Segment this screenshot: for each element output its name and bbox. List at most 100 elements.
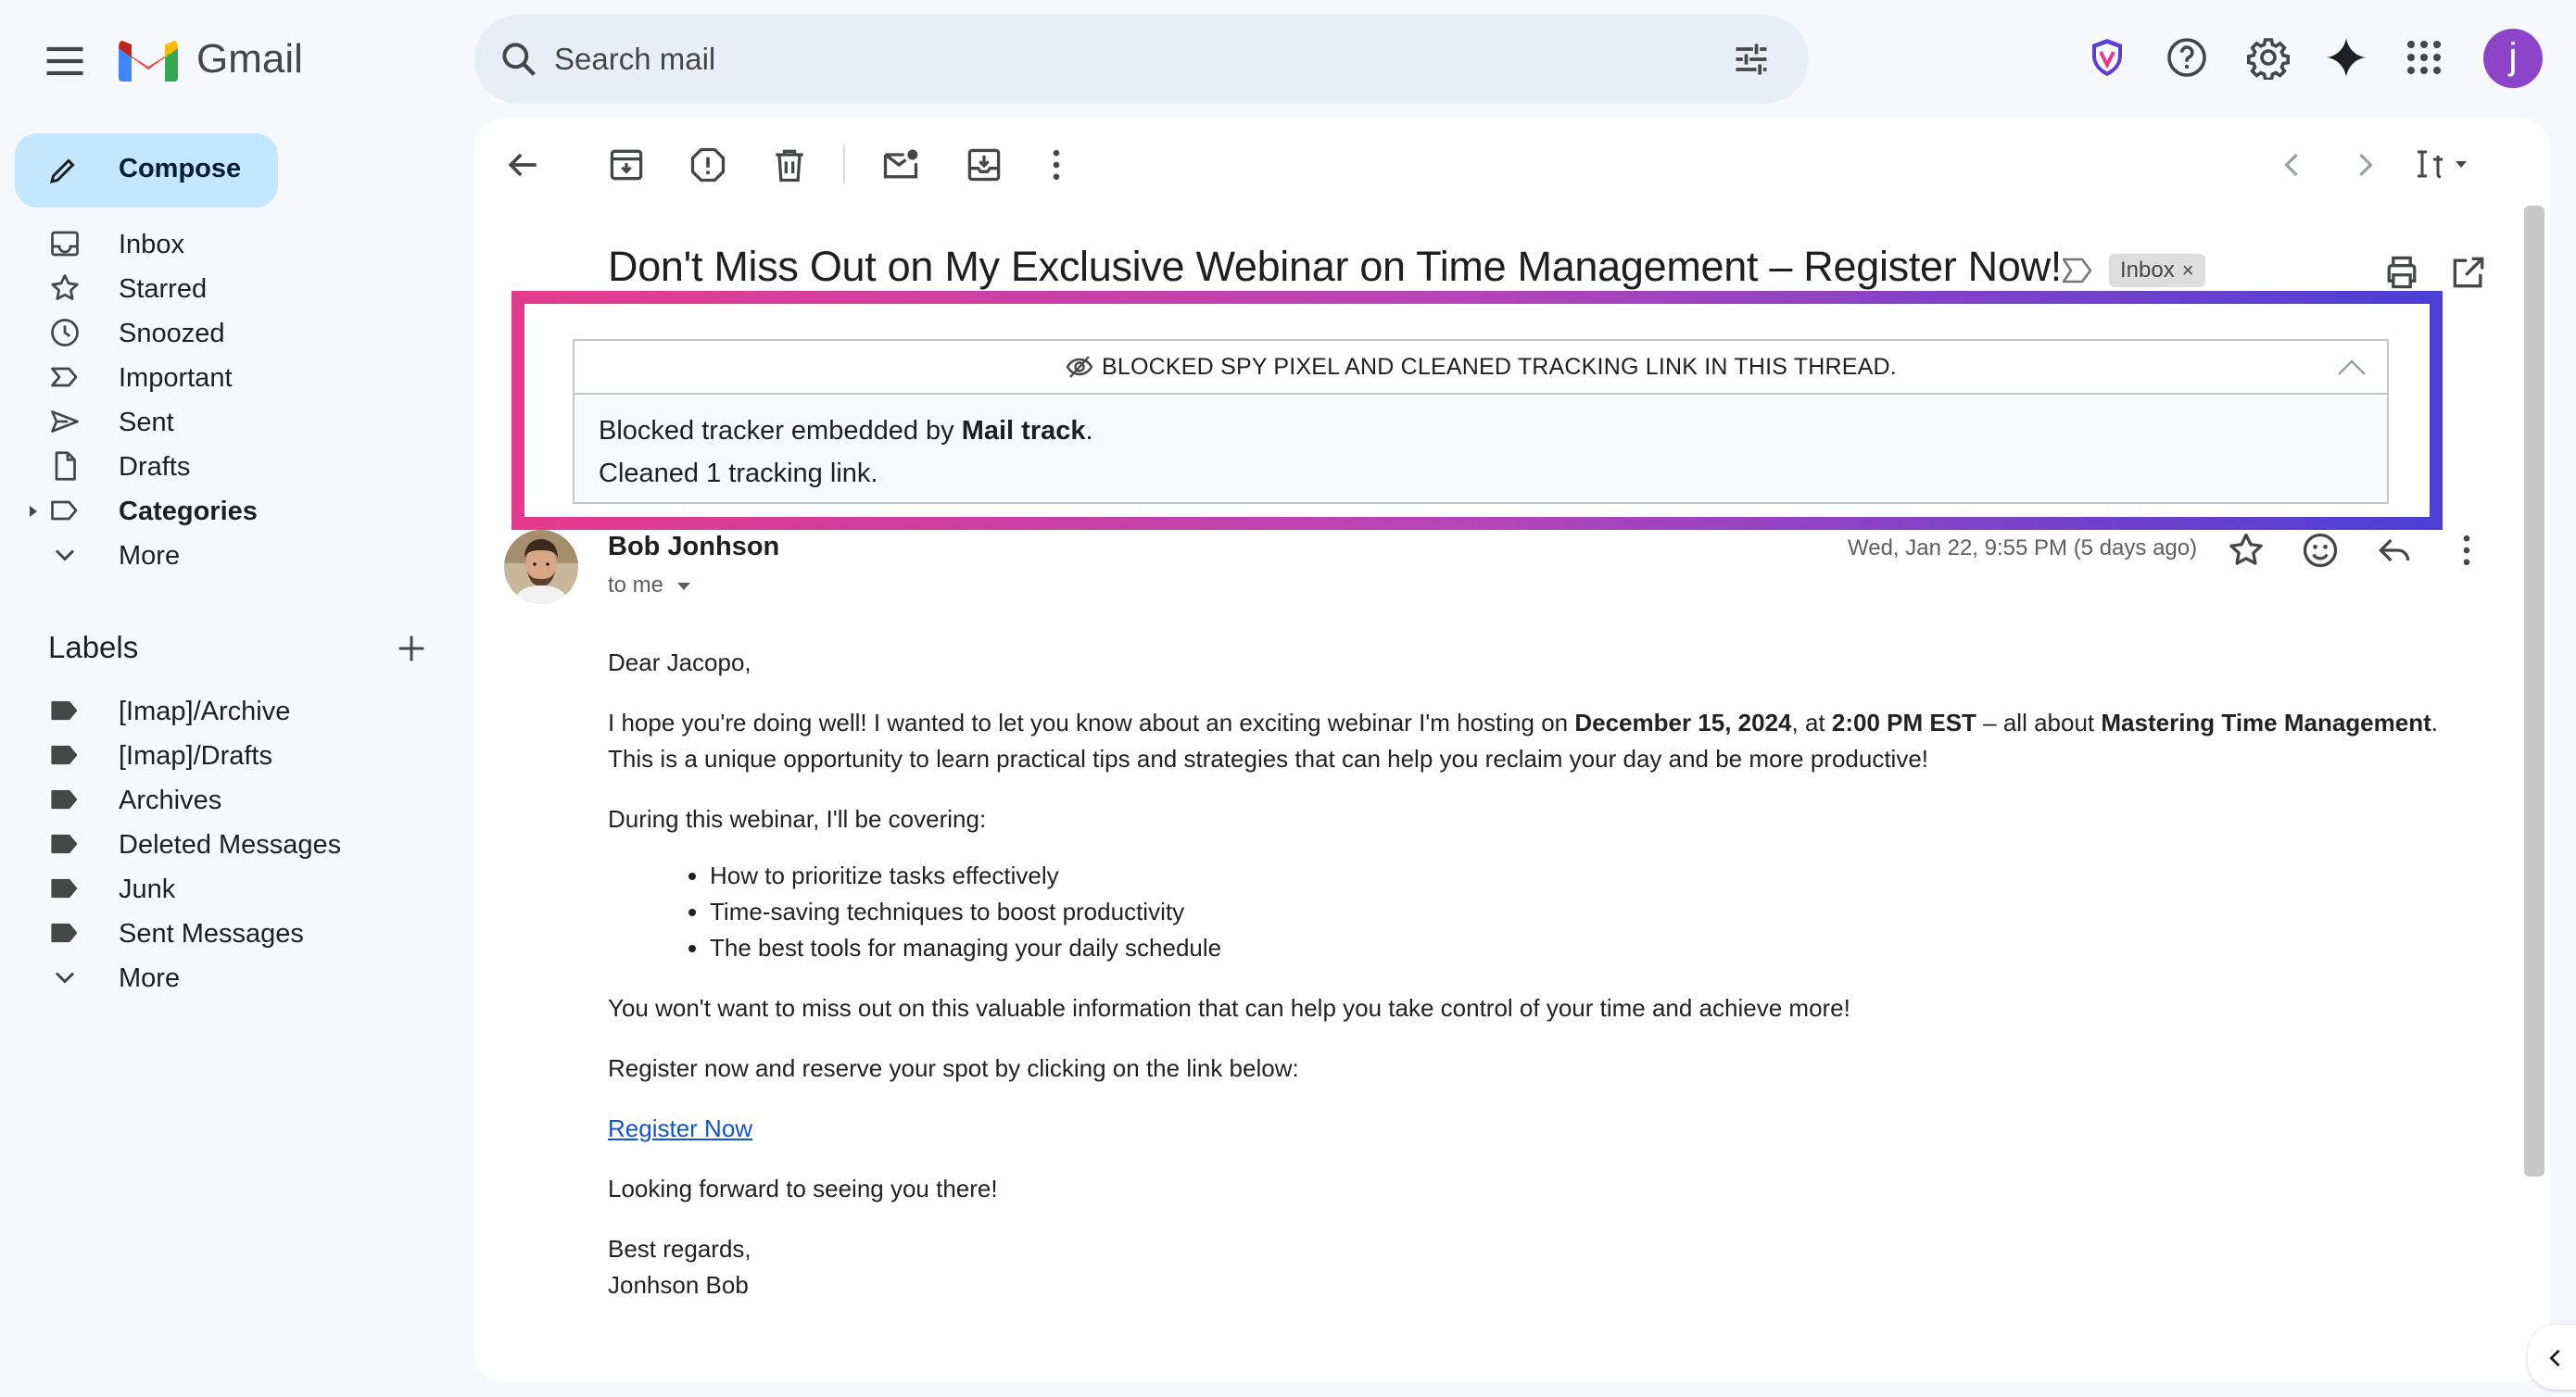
emoji-reaction-icon[interactable] [2300,530,2341,571]
report-spam-icon[interactable] [688,145,728,185]
main-menu-button[interactable] [41,37,89,85]
sidebar-item-label: Sent [119,408,174,437]
body-paragraph-covering: During this webinar, I'll be covering: [608,805,987,833]
sidebar-item-starred[interactable]: Starred [0,266,445,310]
sidebar-item-important[interactable]: Important [0,355,445,399]
side-panel-toggle[interactable] [2528,1325,2576,1390]
register-now-link[interactable]: Register Now [608,1114,752,1142]
clock-icon [51,319,79,346]
shield-extension-icon[interactable] [2085,35,2129,80]
gmail-logo-icon[interactable] [119,39,178,83]
reply-icon[interactable] [2374,530,2415,571]
sidebar-labels-more[interactable]: More [0,955,445,1000]
archive-icon[interactable] [606,145,647,185]
move-to-icon[interactable] [964,145,1004,185]
sidebar-label-text: [Imap]/Drafts [119,741,272,771]
sidebar-label-imap-archive[interactable]: [Imap]/Archive [0,688,445,733]
show-details-caret-icon[interactable] [675,580,693,593]
sidebar-label-deleted-messages[interactable]: Deleted Messages [0,822,445,866]
inbox-label-chip[interactable]: Inbox × [2109,254,2205,287]
send-icon [51,410,79,433]
tracker-blocked-line: Blocked tracker embedded by Mail track. [599,416,1093,446]
label-outline-icon [51,500,78,521]
star-icon [51,274,79,300]
eye-off-icon [1066,356,1093,378]
more-vertical-icon[interactable] [1036,145,1077,185]
delete-trash-icon[interactable] [769,145,810,185]
sidebar-item-label: More [119,963,181,993]
signature: Jonhson Bob [608,1271,749,1299]
sidebar-item-inbox[interactable]: Inbox [0,221,445,266]
tracker-banner-title: BLOCKED SPY PIXEL AND CLEANED TRACKING L… [1102,353,1897,380]
inbox-icon [51,231,79,257]
mark-unread-icon[interactable] [880,145,921,185]
sidebar-item-label: Snoozed [119,319,225,348]
sender-name[interactable]: Bob Jonhson [608,532,779,562]
sidebar-label-archives[interactable]: Archives [0,777,445,822]
collapse-chevron-up-icon[interactable] [2335,356,2368,378]
toolbar-separator [843,145,845,183]
list-item: The best tools for managing your daily s… [710,930,2443,966]
tracker-banner-body: Blocked tracker embedded by Mail track. … [575,395,2387,510]
back-arrow-icon[interactable] [502,145,543,185]
sidebar-item-more[interactable]: More [0,533,445,577]
remove-label-icon[interactable]: × [2182,258,2194,282]
search-icon[interactable] [499,39,539,80]
sidebar-item-label: Drafts [119,452,191,482]
pencil-icon [49,158,75,184]
list-item: How to prioritize tasks effectively [710,858,2443,894]
recipient-summary[interactable]: to me [608,573,663,598]
email-subject: Don't Miss Out on My Exclusive Webinar o… [608,243,2062,290]
open-in-new-window-icon[interactable] [2448,252,2489,293]
help-icon[interactable] [2165,35,2209,80]
label-icon [51,789,78,810]
labels-heading: Labels [48,630,139,664]
search-input[interactable] [554,37,1573,82]
menu-icon [46,46,83,76]
sidebar-label-text: Deleted Messages [119,830,342,860]
tracker-cleaned-line: Cleaned 1 tracking link. [599,459,878,488]
expand-arrow-icon[interactable] [28,504,39,519]
input-tools-icon[interactable] [2415,148,2474,182]
sidebar-label-text: Junk [119,875,176,904]
sidebar-label-junk[interactable]: Junk [0,866,445,911]
sidebar-item-label: Categories [119,497,258,526]
account-avatar[interactable]: j [2483,29,2543,88]
star-message-icon[interactable] [2226,530,2267,571]
importance-marker-icon[interactable] [2061,256,2094,285]
topics-list: How to prioritize tasks effectively Time… [608,858,2443,966]
sidebar-item-label: Important [119,363,233,393]
sidebar-label-text: Archives [119,786,222,815]
search-options-icon[interactable] [1731,39,1772,80]
label-icon [51,745,78,765]
search-bar[interactable] [474,15,1809,104]
signoff: Best regards, [608,1235,751,1263]
apps-grid-icon[interactable] [2402,35,2446,80]
newer-chevron-left-icon[interactable] [2272,145,2313,185]
sidebar-item-label: More [119,541,181,571]
sidebar-label-sent-messages[interactable]: Sent Messages [0,911,445,955]
tracker-banner-header[interactable]: BLOCKED SPY PIXEL AND CLEANED TRACKING L… [575,341,2387,395]
sender-avatar[interactable] [504,530,578,604]
add-label-icon[interactable] [393,630,430,667]
body-paragraph-closing: Looking forward to seeing you there! [608,1175,998,1202]
scrollbar-thumb[interactable] [2524,206,2544,1177]
sidebar-item-snoozed[interactable]: Snoozed [0,310,445,355]
message-more-vertical-icon[interactable] [2446,530,2487,571]
sidebar-item-categories[interactable]: Categories [0,488,445,533]
sidebar-label-imap-drafts[interactable]: [Imap]/Drafts [0,733,445,777]
sidebar-item-sent[interactable]: Sent [0,399,445,444]
print-icon[interactable] [2381,252,2422,293]
older-chevron-right-icon[interactable] [2344,145,2385,185]
settings-gear-icon[interactable] [2246,35,2291,80]
sidebar-item-drafts[interactable]: Drafts [0,444,445,488]
inbox-chip-label: Inbox [2120,258,2175,283]
chevron-down-icon [55,549,75,561]
compose-button[interactable]: Compose [15,133,278,208]
email-body: Dear Jacopo, I hope you're doing well! I… [608,645,2443,1328]
gemini-sparkle-icon[interactable] [2324,35,2368,80]
tracker-vendor: Mail track [961,416,1086,446]
list-item: Time-saving techniques to boost producti… [710,894,2443,930]
sidebar-item-label: Inbox [119,230,184,259]
message-date: Wed, Jan 22, 9:55 PM (5 days ago) [1848,535,2198,560]
